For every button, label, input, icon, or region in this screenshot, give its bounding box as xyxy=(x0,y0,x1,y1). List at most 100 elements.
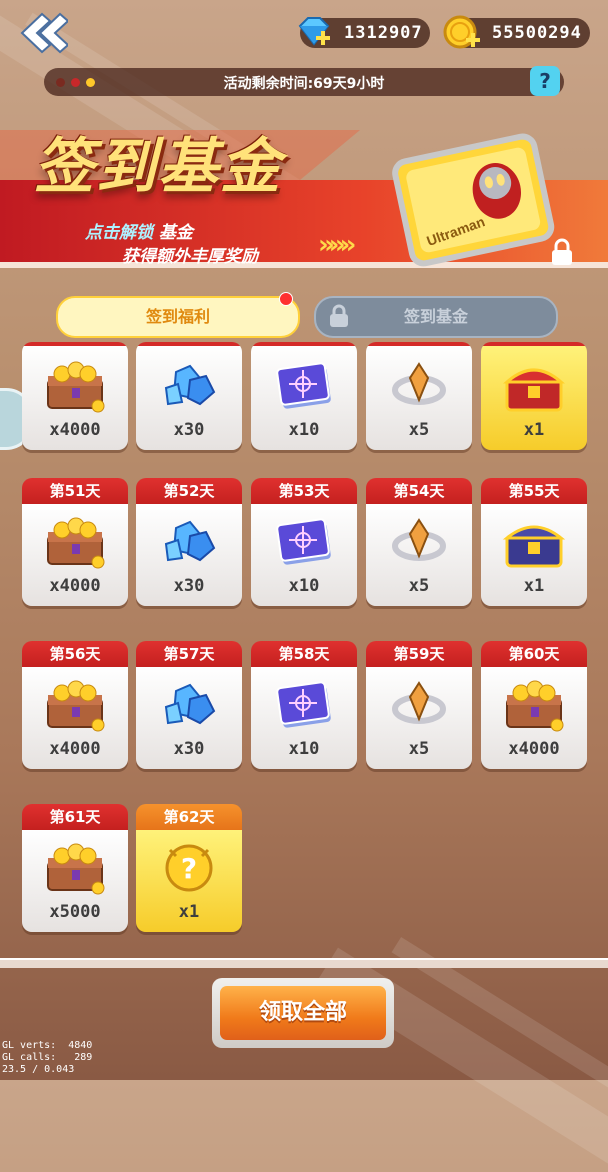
day-label: 第53天 xyxy=(251,478,357,504)
day-label: 第62天 xyxy=(136,804,242,830)
reward-cell[interactable]: 第61天 x5000 xyxy=(22,804,128,932)
reward-quantity: x10 xyxy=(288,420,320,440)
blue-crystals-icon xyxy=(156,677,222,733)
treasure-chest-coins-icon xyxy=(501,677,567,733)
double-chevron-left-icon xyxy=(20,12,70,54)
crystal-ring-icon xyxy=(386,514,452,570)
day-label: 第60天 xyxy=(481,641,587,667)
reward-cell[interactable]: 第62天? x1 xyxy=(136,804,242,932)
reward-quantity: x30 xyxy=(173,576,205,596)
banner-subtitle-2: 获得额外丰厚奖励 xyxy=(122,247,258,267)
day-label: 第51天 xyxy=(22,478,128,504)
reward-cell[interactable]: 第56天 x4000 xyxy=(22,641,128,769)
cell-body: ? x1 xyxy=(136,830,242,932)
triple-arrow-icon: »»» xyxy=(318,230,356,260)
red-treasure-chest-icon xyxy=(501,358,567,414)
reward-cell[interactable]: 第57天 x30 xyxy=(136,641,242,769)
cell-body: x4000 xyxy=(22,346,128,450)
day-label: 第52天 xyxy=(136,478,242,504)
reward-cell[interactable]: 第58天 x10 xyxy=(251,641,357,769)
debug-overlay: GL verts: 4840 GL calls: 289 23.5 / 0.043 xyxy=(2,1040,92,1076)
lock-icon xyxy=(330,304,348,327)
reward-cell[interactable]: x10 xyxy=(251,342,357,450)
reward-quantity: x1 xyxy=(523,576,545,596)
reward-quantity: x4000 xyxy=(49,739,101,759)
debug-line: 23.5 / 0.043 xyxy=(2,1064,75,1075)
notification-dot xyxy=(279,292,293,306)
cell-body: x5 xyxy=(366,346,472,450)
tab-checkin-fund[interactable]: 签到基金 xyxy=(314,296,558,338)
diamond-counter[interactable]: 1312907 xyxy=(298,17,430,48)
cell-body: x30 xyxy=(136,504,242,606)
banner-title: 签到基金 xyxy=(34,132,282,202)
tab-checkin-welfare[interactable]: 签到福利 xyxy=(56,296,300,338)
reward-quantity: x5 xyxy=(408,739,430,759)
day-label: 第61天 xyxy=(22,804,128,830)
cell-body: x10 xyxy=(251,667,357,769)
reward-quantity: x4000 xyxy=(49,420,101,440)
cell-body: x4000 xyxy=(22,504,128,606)
reward-quantity: x5 xyxy=(408,576,430,596)
coin-plus-icon xyxy=(443,15,480,49)
treasure-chest-coins-icon xyxy=(42,677,108,733)
coin-amount: 55500294 xyxy=(492,23,582,43)
event-remaining-time: 活动剩余时间:69天9小时 xyxy=(223,76,385,92)
crystal-ring-icon xyxy=(386,358,452,414)
diamond-plus-icon xyxy=(298,17,330,46)
reward-quantity: x30 xyxy=(173,420,205,440)
day-label: 第58天 xyxy=(251,641,357,667)
reward-quantity: x1 xyxy=(523,420,545,440)
banner-fund-text: 基金 xyxy=(158,223,193,243)
reward-cell[interactable]: x30 xyxy=(136,342,242,450)
mystery-orb-icon: ? xyxy=(156,840,222,896)
cell-body: x30 xyxy=(136,667,242,769)
cell-body: x5000 xyxy=(22,830,128,932)
cell-body: x10 xyxy=(251,346,357,450)
cell-body: x30 xyxy=(136,346,242,450)
reward-quantity: x4000 xyxy=(49,576,101,596)
reward-cell[interactable]: 第54天 x5 xyxy=(366,478,472,606)
reward-cell[interactable]: 第51天 x4000 xyxy=(22,478,128,606)
reward-cell[interactable]: x1 xyxy=(481,342,587,450)
blue-crystals-icon xyxy=(156,514,222,570)
reward-cell[interactable]: 第59天 x5 xyxy=(366,641,472,769)
back-button[interactable] xyxy=(12,10,70,56)
coin-counter[interactable]: 55500294 xyxy=(443,15,590,49)
reward-quantity: x10 xyxy=(288,576,320,596)
claim-all-label: 领取全部 xyxy=(220,986,386,1040)
treasure-chest-coins-icon xyxy=(42,358,108,414)
reward-cell[interactable]: x4000 xyxy=(22,342,128,450)
day-label: 第57天 xyxy=(136,641,242,667)
cell-body: x4000 xyxy=(22,667,128,769)
cell-body: x5 xyxy=(366,667,472,769)
cell-body: x4000 xyxy=(481,667,587,769)
debug-line: GL verts: 4840 xyxy=(2,1040,93,1051)
claim-all-button[interactable]: 领取全部 xyxy=(212,978,394,1048)
reward-cell[interactable]: 第53天 x10 xyxy=(251,478,357,606)
reward-quantity: x4000 xyxy=(508,739,560,759)
reward-cell[interactable]: x5 xyxy=(366,342,472,450)
day-label: 第54天 xyxy=(366,478,472,504)
reward-cell[interactable]: 第52天 x30 xyxy=(136,478,242,606)
day-label: 第59天 xyxy=(366,641,472,667)
reward-quantity: x5 xyxy=(408,420,430,440)
help-button[interactable]: ? xyxy=(530,66,560,96)
lock-icon xyxy=(552,238,572,265)
reward-quantity: x30 xyxy=(173,739,205,759)
cell-body: x1 xyxy=(481,504,587,606)
blue-treasure-chest-icon xyxy=(501,514,567,570)
diamond-amount: 1312907 xyxy=(344,23,423,43)
cell-body: x5 xyxy=(366,504,472,606)
treasure-chest-coins-icon xyxy=(42,840,108,896)
reward-cell[interactable]: 第55天 x1 xyxy=(481,478,587,606)
purple-card-icon xyxy=(271,677,337,733)
banner-subtitle-1: 点击解锁 基金 xyxy=(85,218,193,243)
treasure-chest-coins-icon xyxy=(42,514,108,570)
svg-text:?: ? xyxy=(181,852,197,885)
crystal-ring-icon xyxy=(386,677,452,733)
reward-quantity: x1 xyxy=(178,902,200,922)
reward-cell[interactable]: 第60天 x4000 xyxy=(481,641,587,769)
day-label: 第56天 xyxy=(22,641,128,667)
day-label: 第55天 xyxy=(481,478,587,504)
debug-line: GL calls: 289 xyxy=(2,1052,93,1063)
